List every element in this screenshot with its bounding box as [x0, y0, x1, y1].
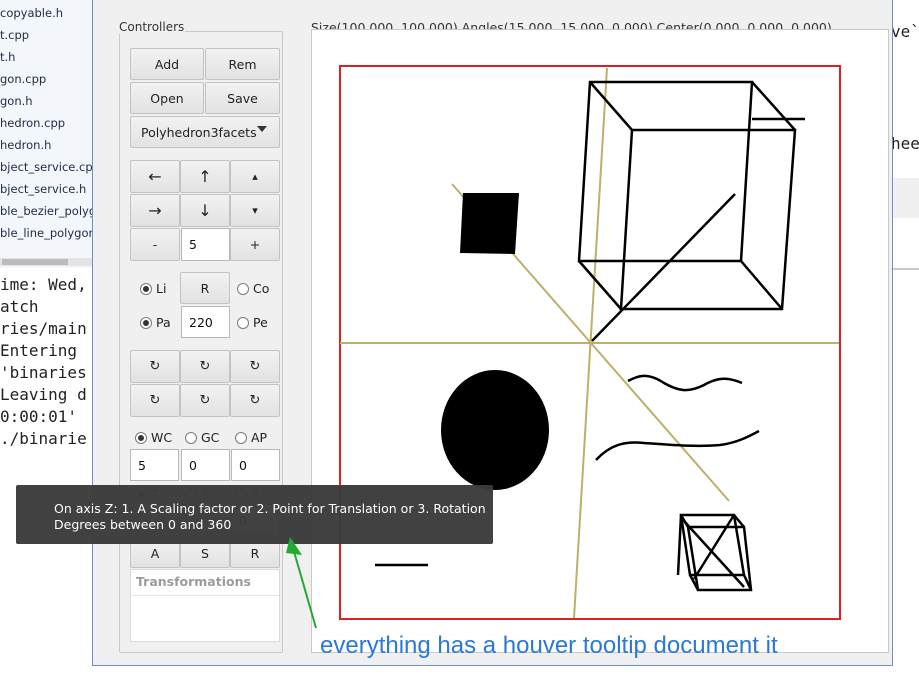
rotate-icon-button[interactable]: ↻ [130, 384, 180, 417]
editor-snippet: hee [893, 134, 919, 153]
radio-gc[interactable]: GC [185, 430, 219, 445]
file-item[interactable]: ble_line_polygon_t [0, 226, 92, 240]
radio-pe-label: Pe [253, 315, 268, 330]
terminal-line: atch [0, 297, 39, 316]
pa-input[interactable]: 220 [181, 306, 230, 338]
move-forward-button[interactable]: ▴ [230, 160, 280, 193]
terminal-line: ime: Wed, [0, 275, 87, 294]
z-input[interactable]: 0 [231, 449, 280, 481]
terminal-line: ./binarie [0, 429, 87, 448]
remove-button[interactable]: Rem [205, 48, 280, 80]
terminal-line: Leaving d [0, 385, 87, 404]
filled-circle-shape [441, 370, 549, 490]
list-divider [131, 595, 279, 596]
terminal-line: ries/main [0, 319, 87, 338]
file-item[interactable]: gon.h [0, 94, 33, 108]
terminal-line: 'binaries [0, 363, 87, 382]
radio-pa-label: Pa [156, 315, 171, 330]
editor-snippet: ve` [893, 22, 919, 41]
step-minus-button[interactable]: - [130, 228, 180, 261]
radio-wc-label: WC [151, 430, 173, 445]
file-item[interactable]: t.h [0, 50, 15, 64]
annotation-caption: everything has a houver tooltip document… [320, 632, 778, 659]
ide-terminal: ime: Wed, atch ries/main Entering 'binar… [0, 270, 92, 683]
file-item[interactable]: bject_service.cpp [0, 160, 92, 174]
object-dropdown-value: Polyhedron3facets [141, 124, 257, 140]
y-input[interactable]: 0 [181, 449, 230, 481]
move-up-button[interactable]: ↑ [180, 160, 230, 193]
app-window: Controllers Add Rem Open Save Polyhedron… [92, 0, 893, 666]
chevron-down-icon [257, 126, 267, 132]
ide-file-tree: copyable.h t.cpp t.h gon.cpp gon.h hedro… [0, 0, 92, 268]
file-tree-scrollbar-thumb[interactable] [2, 259, 68, 265]
transformations-title: Transformations [136, 574, 251, 589]
radio-wc[interactable]: WC [135, 430, 172, 445]
step-input[interactable]: 5 [181, 228, 230, 261]
controllers-title: Controllers [118, 20, 186, 34]
radio-pe[interactable]: Pe [237, 315, 268, 330]
file-item[interactable]: hedron.h [0, 138, 51, 152]
rotate-icon-button[interactable]: ↻ [130, 350, 180, 383]
file-item[interactable]: t.cpp [0, 28, 29, 42]
tooltip-text-line2: Degrees between 0 and 360 [54, 517, 232, 532]
x-input[interactable]: 5 [130, 449, 179, 481]
terminal-line: Entering [0, 341, 78, 360]
radio-gc-label: GC [201, 430, 220, 445]
tooltip-text-line1: On axis Z: 1. A Scaling factor or 2. Poi… [54, 501, 486, 516]
editor-divider [893, 268, 919, 270]
r-button[interactable]: R [180, 272, 230, 304]
file-item[interactable]: bject_service.h [0, 182, 86, 196]
radio-co[interactable]: Co [237, 281, 269, 296]
small-wireframe-cube [676, 513, 753, 592]
rotate-icon-button[interactable]: ↻ [180, 384, 230, 417]
object-dropdown[interactable]: Polyhedron3facets [130, 116, 280, 148]
move-left-button[interactable]: ← [130, 160, 180, 193]
move-backward-button[interactable]: ▾ [230, 194, 280, 227]
file-item[interactable]: gon.cpp [0, 72, 46, 86]
rotate-icon-button[interactable]: ↻ [230, 384, 280, 417]
wave-curve-shape [627, 374, 743, 392]
move-down-button[interactable]: ↓ [180, 194, 230, 227]
radio-co-label: Co [253, 281, 270, 296]
drawing-canvas[interactable] [312, 37, 872, 647]
transformations-list[interactable]: Transformations [130, 569, 280, 642]
tooltip: On axis Z: 1. A Scaling factor or 2. Poi… [16, 485, 493, 544]
step-plus-button[interactable]: + [230, 228, 280, 261]
file-item[interactable]: ble_bezier_polygon [0, 204, 92, 218]
rotate-icon-button[interactable]: ↻ [180, 350, 230, 383]
filled-square-shape [460, 193, 519, 254]
file-item[interactable]: copyable.h [0, 6, 63, 20]
radio-li[interactable]: Li [140, 281, 166, 296]
radio-ap-label: AP [251, 430, 268, 445]
line-curve-shape [595, 429, 760, 461]
radio-li-label: Li [156, 281, 167, 296]
file-item[interactable]: hedron.cpp [0, 116, 65, 130]
save-button[interactable]: Save [205, 82, 280, 114]
rotate-icon-button[interactable]: ↻ [230, 350, 280, 383]
annotation-arrow [286, 537, 317, 629]
editor-band [893, 178, 919, 218]
radio-ap[interactable]: AP [235, 430, 267, 445]
open-button[interactable]: Open [130, 82, 204, 114]
move-right-button[interactable]: → [130, 194, 180, 227]
radio-pa[interactable]: Pa [140, 315, 171, 330]
terminal-line: 0:00:01' [0, 407, 78, 426]
wireframe-cube [577, 80, 805, 342]
ide-editor-edge: ve` hee [893, 0, 919, 270]
add-button[interactable]: Add [130, 48, 204, 80]
